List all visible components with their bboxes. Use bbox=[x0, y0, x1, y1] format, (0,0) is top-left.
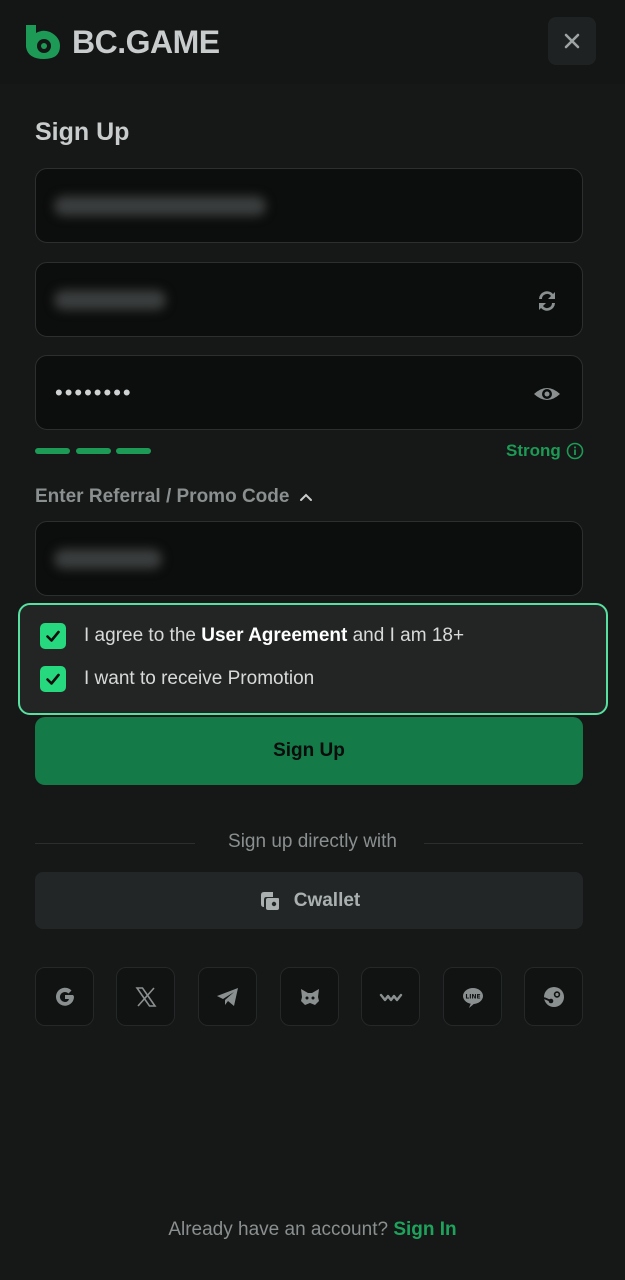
line-icon: LINE bbox=[462, 987, 483, 1008]
social-x-button[interactable] bbox=[116, 967, 175, 1026]
user-agreement-link[interactable]: User Agreement bbox=[201, 625, 347, 646]
top-header: BC.GAME bbox=[0, 0, 625, 84]
password-field[interactable]: •••••••• bbox=[35, 355, 583, 430]
bcgame-logo: BC.GAME bbox=[22, 16, 220, 68]
agree-terms-text: I agree to the User Agreement and I am 1… bbox=[84, 625, 464, 647]
telegram-icon bbox=[216, 987, 238, 1006]
page-title: Sign Up bbox=[35, 118, 130, 146]
strength-label-text: Strong bbox=[506, 441, 561, 460]
social-telegram-button[interactable] bbox=[198, 967, 257, 1026]
signin-prompt: Already have an account? Sign In bbox=[0, 1219, 625, 1241]
agree-terms-row[interactable]: I agree to the User Agreement and I am 1… bbox=[40, 623, 464, 649]
promotion-optin-text: I want to receive Promotion bbox=[84, 668, 315, 689]
steam-icon bbox=[543, 986, 564, 1007]
promotion-optin-checkbox[interactable] bbox=[40, 666, 66, 692]
signin-link[interactable]: Sign In bbox=[393, 1219, 456, 1240]
password-strength: Strong bbox=[506, 441, 584, 461]
cwallet-button[interactable]: Cwallet bbox=[35, 872, 583, 929]
info-icon[interactable] bbox=[566, 442, 584, 460]
metamask-icon bbox=[300, 988, 319, 1005]
checkmark-icon bbox=[46, 630, 60, 642]
signin-prompt-text: Already have an account? bbox=[168, 1219, 394, 1240]
social-steam-button[interactable] bbox=[524, 967, 583, 1026]
bcgame-logo-icon bbox=[26, 25, 60, 59]
close-button[interactable] bbox=[548, 17, 596, 65]
logo-text: BC.GAME bbox=[72, 23, 220, 60]
strength-segment-3 bbox=[116, 448, 151, 454]
svg-text:LINE: LINE bbox=[465, 993, 480, 1000]
promo-code-field[interactable] bbox=[35, 521, 583, 596]
agree-terms-suffix: and I am 18+ bbox=[347, 625, 465, 646]
promo-toggle-label: Enter Referral / Promo Code bbox=[35, 486, 290, 507]
checkmark-icon bbox=[46, 673, 60, 685]
email-value-blurred bbox=[54, 196, 266, 216]
email-field[interactable] bbox=[35, 168, 583, 243]
promotion-optin-row[interactable]: I want to receive Promotion bbox=[40, 666, 314, 692]
divider-text: Sign up directly with bbox=[228, 831, 397, 852]
walletconnect-icon bbox=[379, 993, 402, 1001]
agree-terms-prefix: I agree to the bbox=[84, 625, 202, 646]
promo-value-blurred bbox=[54, 549, 162, 569]
signup-button[interactable]: Sign Up bbox=[35, 717, 583, 785]
agree-terms-checkbox[interactable] bbox=[40, 623, 66, 649]
eye-icon[interactable] bbox=[532, 379, 562, 409]
close-icon bbox=[564, 33, 580, 49]
username-field[interactable] bbox=[35, 262, 583, 337]
google-icon bbox=[55, 987, 74, 1006]
social-google-button[interactable] bbox=[35, 967, 94, 1026]
strength-segment-1 bbox=[35, 448, 70, 454]
x-icon bbox=[134, 986, 157, 1007]
cwallet-label: Cwallet bbox=[293, 889, 361, 911]
username-value-blurred bbox=[54, 290, 166, 310]
agreements-panel: I agree to the User Agreement and I am 1… bbox=[18, 603, 608, 715]
strength-segment-2 bbox=[76, 448, 111, 454]
refresh-icon[interactable] bbox=[532, 286, 562, 316]
chevron-up-icon bbox=[300, 493, 313, 501]
social-walletconnect-button[interactable] bbox=[361, 967, 420, 1026]
social-line-button[interactable]: LINE bbox=[443, 967, 502, 1026]
cwallet-icon bbox=[260, 891, 279, 910]
password-value: •••••••• bbox=[55, 380, 133, 405]
social-metamask-button[interactable] bbox=[280, 967, 339, 1026]
promo-code-toggle[interactable]: Enter Referral / Promo Code bbox=[35, 486, 313, 508]
